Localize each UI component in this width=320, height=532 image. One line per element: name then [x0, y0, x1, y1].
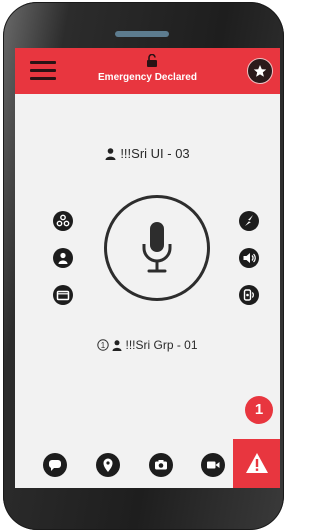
- caller-row: !!!Sri UI - 03: [15, 146, 280, 161]
- user-icon: [58, 252, 68, 264]
- emergency-alert-icon: [246, 453, 268, 473]
- phone-speaker: [115, 31, 169, 37]
- app-screen: Emergency Declared !!!Sri UI - 03 1 !!!S…: [15, 48, 280, 488]
- files-button[interactable]: [53, 285, 73, 305]
- group-icon: [56, 214, 70, 227]
- volume-button[interactable]: [239, 248, 259, 268]
- connection-button[interactable]: [239, 211, 259, 231]
- folder-icon: [56, 290, 70, 301]
- star-icon: [253, 65, 267, 77]
- camera-icon: [155, 460, 167, 470]
- chat-button[interactable]: [43, 453, 67, 477]
- audio-device-icon: [243, 289, 254, 301]
- group-count-icon: 1: [97, 339, 110, 351]
- push-to-talk-button[interactable]: [104, 195, 210, 301]
- emergency-alert-button[interactable]: [233, 439, 280, 488]
- unlocked-icon: [147, 54, 157, 67]
- caller-name: !!!Sri UI - 03: [120, 146, 190, 161]
- emergency-status-label: Emergency Declared: [98, 72, 197, 83]
- microphone-icon: [142, 222, 172, 273]
- camera-button[interactable]: [149, 453, 173, 477]
- audio-device-button[interactable]: [239, 285, 259, 305]
- chat-icon: [49, 460, 61, 471]
- connection-icon: [245, 215, 253, 226]
- talkgroup-row: 1 !!!Sri Grp - 01: [15, 338, 280, 352]
- location-icon: [103, 458, 113, 472]
- contact-button[interactable]: [53, 248, 73, 268]
- favorite-star-button[interactable]: [247, 58, 273, 84]
- location-button[interactable]: [96, 453, 120, 477]
- user-icon: [105, 148, 116, 160]
- video-button[interactable]: [201, 453, 225, 477]
- group-name: !!!Sri Grp - 01: [125, 338, 198, 352]
- user-icon: [112, 340, 122, 351]
- volume-icon: [243, 253, 256, 263]
- phone-frame: Emergency Declared !!!Sri UI - 03 1 !!!S…: [3, 2, 284, 530]
- top-bar: Emergency Declared: [15, 48, 280, 94]
- group-button[interactable]: [53, 211, 73, 231]
- group-count: 1: [101, 341, 106, 350]
- notification-badge[interactable]: 1: [245, 396, 273, 424]
- video-icon: [207, 461, 220, 469]
